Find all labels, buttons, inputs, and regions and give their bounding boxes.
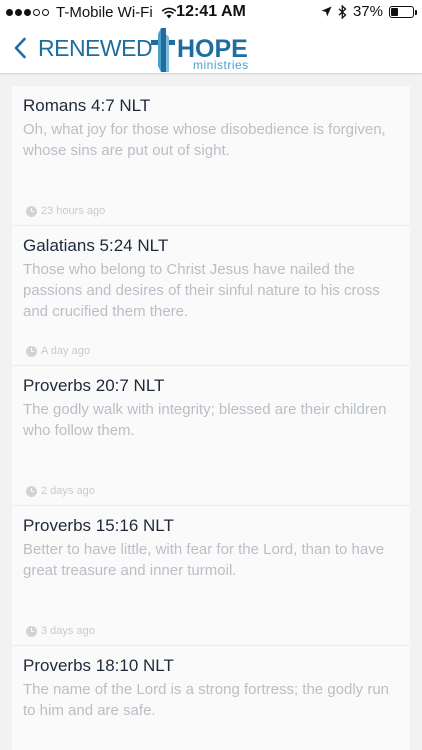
clock-icon <box>26 205 37 217</box>
logo-text-renewed: RENEWED <box>38 35 153 61</box>
location-arrow-icon <box>321 6 332 17</box>
verse-card[interactable]: Galatians 5:24 NLT Those who belong to C… <box>12 226 410 366</box>
verse-card[interactable]: Romans 4:7 NLT Oh, what joy for those wh… <box>12 86 410 226</box>
verse-timestamp: 3 days ago <box>26 625 95 637</box>
verse-timestamp: 23 hours ago <box>26 205 105 217</box>
battery-percent: 37% <box>352 3 383 20</box>
verse-feed[interactable]: Romans 4:7 NLT Oh, what joy for those wh… <box>12 86 410 750</box>
verse-card[interactable]: Proverbs 18:10 NLT The name of the Lord … <box>12 646 410 750</box>
verse-reference: Proverbs 18:10 NLT <box>23 656 174 675</box>
verse-card[interactable]: Proverbs 20:7 NLT The godly walk with in… <box>12 366 410 506</box>
verse-time-label: 23 hours ago <box>41 205 106 217</box>
verse-text: Better to have little, with fear for the… <box>23 541 385 579</box>
app-header: RENEWED HOPE ministries <box>0 24 422 74</box>
status-right: 37% <box>321 3 417 20</box>
chevron-left-icon <box>14 37 26 59</box>
back-button[interactable] <box>6 33 34 63</box>
verse-time-label: A day ago <box>41 345 90 357</box>
logo-text-ministries: ministries <box>193 58 249 72</box>
renewed-hope-logo: RENEWED HOPE ministries <box>38 28 258 72</box>
battery-level-fill <box>391 7 398 16</box>
status-bar: T-Mobile Wi-Fi 12:41 AM 37% <box>0 0 422 24</box>
verse-timestamp: 2 days ago <box>26 485 95 497</box>
clock-icon <box>26 485 37 497</box>
verse-time-label: 3 days ago <box>41 625 95 637</box>
verse-text: Oh, what joy for those whose disobedienc… <box>23 121 386 159</box>
verse-timestamp: A day ago <box>26 345 90 357</box>
bluetooth-icon <box>338 4 347 19</box>
battery-icon <box>389 5 417 18</box>
verse-reference: Galatians 5:24 NLT <box>23 236 169 255</box>
verse-card[interactable]: Proverbs 15:16 NLT Better to have little… <box>12 506 410 646</box>
clock-icon <box>26 625 37 637</box>
verse-reference: Romans 4:7 NLT <box>23 96 151 115</box>
verse-time-label: 2 days ago <box>41 485 95 497</box>
clock-icon <box>26 345 37 357</box>
verse-text: Those who belong to Christ Jesus have na… <box>23 261 380 320</box>
verse-text: The godly walk with integrity; blessed a… <box>23 401 387 439</box>
verse-reference: Proverbs 15:16 NLT <box>23 516 174 535</box>
cross-logo-icon <box>151 28 175 72</box>
verse-text: The name of the Lord is a strong fortres… <box>23 681 390 719</box>
verse-reference: Proverbs 20:7 NLT <box>23 376 165 395</box>
